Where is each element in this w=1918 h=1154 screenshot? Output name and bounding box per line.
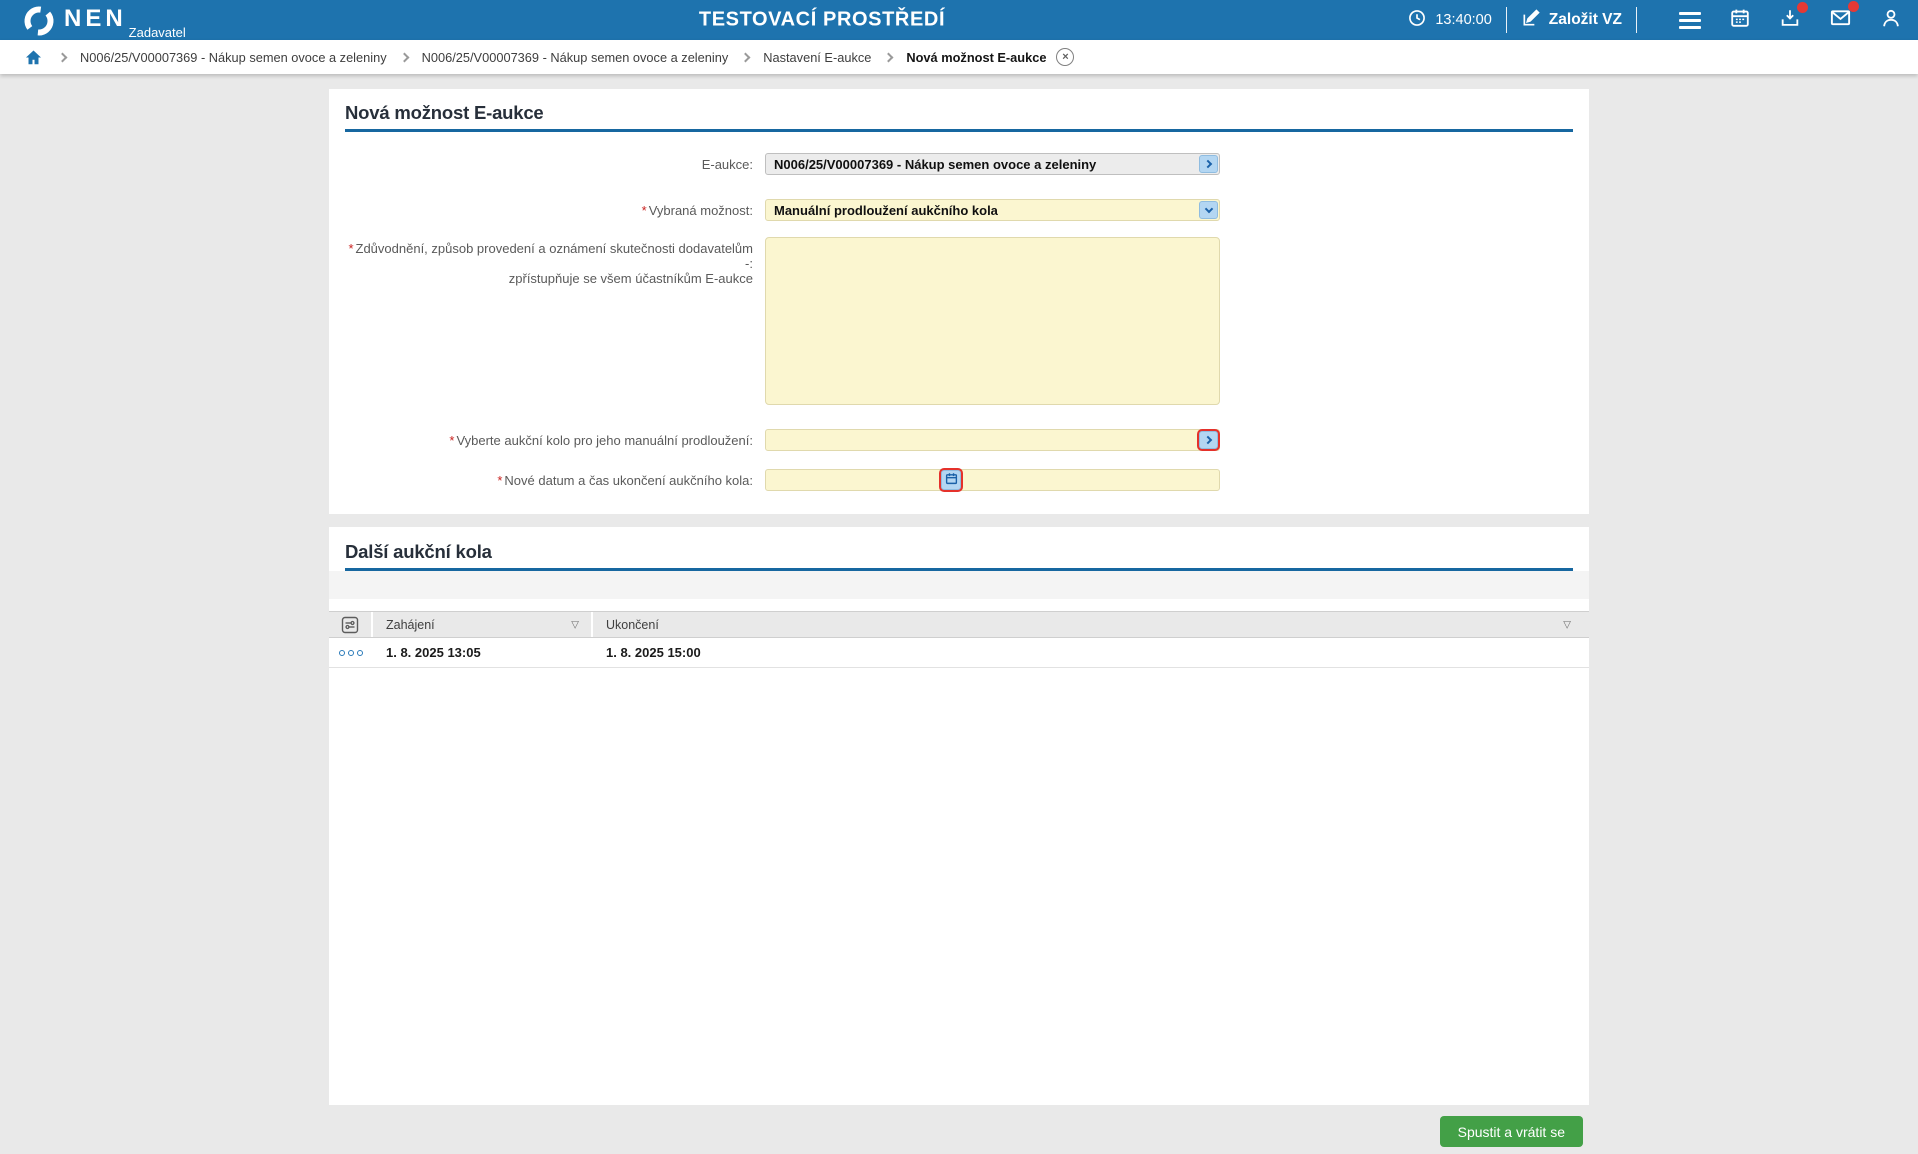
eauction-row: E-aukce: N006/25/V00007369 - Nákup semen… — [345, 153, 1573, 175]
calendar-icon — [1729, 7, 1751, 34]
chevron-right-icon — [399, 52, 410, 62]
header-divider — [1505, 7, 1507, 33]
server-time-value: 13:40:00 — [1435, 12, 1492, 28]
table-row[interactable]: 1. 8. 2025 13:05 1. 8. 2025 15:00 — [329, 638, 1589, 668]
breadcrumb-item[interactable]: Nastavení E-aukce — [763, 50, 871, 65]
home-button[interactable] — [24, 48, 43, 67]
chevron-right-icon — [1203, 159, 1212, 169]
edit-icon — [1521, 8, 1541, 33]
datepicker-button[interactable] — [941, 470, 961, 490]
header-divider — [1636, 7, 1637, 33]
cell-start: 1. 8. 2025 13:05 — [386, 645, 481, 660]
downloads-button[interactable] — [1779, 1, 1808, 34]
calendar-button[interactable] — [1729, 7, 1751, 34]
notification-dot — [1797, 1, 1808, 13]
new-eauction-option-panel: Nová možnost E-aukce E-aukce: N006/25/V0… — [329, 89, 1589, 514]
app-header: NEN Zadavatel TESTOVACÍ PROSTŘEDÍ 13:40:… — [0, 0, 1918, 40]
justification-row: * Zdůvodnění, způsob provedení a oznámení… — [345, 237, 1573, 410]
justification-label: * Zdůvodnění, způsob provedení a oznámení… — [348, 241, 753, 286]
close-tab-icon[interactable]: × — [1056, 48, 1075, 66]
auction-round-row: * Vyberte aukční kolo pro jeho manuální p… — [345, 429, 1573, 451]
clock-icon — [1407, 8, 1427, 32]
required-marker: * — [348, 241, 354, 256]
required-marker: * — [641, 203, 647, 218]
selected-option-dropdown[interactable]: Manuální prodloužení aukčního kola — [765, 199, 1220, 221]
sort-icon[interactable]: ▽ — [571, 619, 579, 630]
create-vz-button[interactable]: Založit VZ — [1521, 8, 1622, 33]
justification-textarea[interactable] — [765, 237, 1220, 405]
column-settings-button[interactable] — [329, 612, 373, 637]
nen-logo-icon — [22, 4, 56, 43]
page-title: Nová možnost E-aukce — [345, 102, 544, 123]
required-marker: * — [497, 473, 503, 488]
footer-actions: Spustit a vrátit se — [329, 1116, 1589, 1147]
chevron-right-icon — [740, 52, 751, 62]
eauction-label: E-aukce: — [701, 157, 753, 172]
selected-option-label: * Vybraná možnost: — [641, 203, 753, 218]
table-header: Zahájení ▽ Ukončení ▽ — [329, 611, 1589, 638]
environment-title: TESTOVACÍ PROSTŘEDÍ — [698, 8, 946, 31]
breadcrumb-item-current: Nová možnost E-aukce — [906, 49, 1047, 65]
table-toolbar-strip — [329, 571, 1589, 599]
auction-round-label: * Vyberte aukční kolo pro jeho manuální p… — [449, 433, 753, 448]
logo-subtitle: Zadavatel — [128, 25, 186, 40]
next-rounds-panel: Další aukční kola Zahájení ▽ Ukončení ▽ — [329, 527, 1589, 1105]
server-time: 13:40:00 — [1407, 8, 1492, 32]
logo-text: NEN — [64, 5, 127, 32]
eauction-detail-button[interactable] — [1199, 155, 1218, 173]
new-end-datetime-input[interactable] — [765, 469, 1220, 491]
eauction-field: N006/25/V00007369 - Nákup semen ovoce a … — [765, 153, 1220, 175]
chevron-down-icon — [1204, 204, 1213, 214]
start-and-return-button[interactable]: Spustit a vrátit se — [1439, 1116, 1583, 1147]
new-end-datetime-row: * Nové datum a čas ukončení aukčního kola… — [345, 469, 1573, 491]
notification-dot — [1848, 1, 1859, 12]
create-vz-label: Založit VZ — [1548, 11, 1622, 28]
cell-end: 1. 8. 2025 15:00 — [606, 645, 701, 660]
chevron-right-icon — [57, 52, 68, 62]
breadcrumb: N006/25/V00007369 - Nákup semen ovoce a … — [0, 40, 1918, 74]
column-header-end[interactable]: Ukončení ▽ — [593, 612, 1589, 637]
sort-icon[interactable]: ▽ — [1563, 619, 1571, 630]
auction-round-input[interactable] — [765, 429, 1220, 451]
person-icon — [1880, 7, 1902, 34]
calendar-small-icon — [945, 472, 958, 488]
selected-option-row: * Vybraná možnost: Manuální prodloužení a… — [345, 199, 1573, 221]
hamburger-icon — [1679, 11, 1701, 29]
next-rounds-title: Další aukční kola — [345, 541, 492, 562]
menu-button[interactable] — [1679, 11, 1701, 29]
chevron-right-icon — [1203, 435, 1212, 445]
breadcrumb-item[interactable]: N006/25/V00007369 - Nákup semen ovoce a … — [422, 50, 729, 65]
app-logo[interactable]: NEN Zadavatel — [22, 2, 186, 43]
chevron-right-icon — [883, 52, 894, 62]
user-profile-button[interactable] — [1880, 7, 1902, 34]
new-end-datetime-label: * Nové datum a čas ukončení aukčního kola… — [497, 473, 753, 488]
required-marker: * — [449, 433, 455, 448]
row-menu-icon[interactable] — [329, 649, 373, 656]
dropdown-open-button[interactable] — [1199, 201, 1218, 219]
auction-round-picker-button[interactable] — [1199, 431, 1218, 449]
messages-button[interactable] — [1829, 1, 1859, 34]
section-underline — [345, 129, 1573, 132]
breadcrumb-item[interactable]: N006/25/V00007369 - Nákup semen ovoce a … — [80, 50, 387, 65]
column-header-start[interactable]: Zahájení ▽ — [373, 612, 593, 637]
